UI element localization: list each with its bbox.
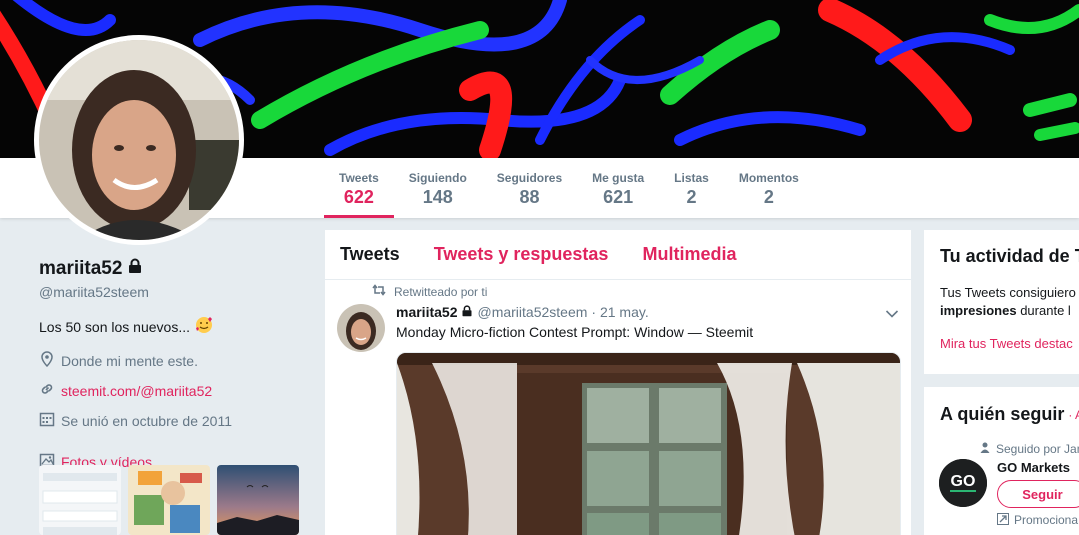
nav-likes-count: 621 <box>603 187 634 207</box>
tab-media[interactable]: Multimedia <box>642 244 736 265</box>
nav-followers-label: Seguidores <box>496 171 563 185</box>
activity-text: Tus Tweets consiguiero impresiones duran… <box>940 284 1079 320</box>
profile-joined-text: Se unió en octubre de 2011 <box>61 412 232 429</box>
lock-icon <box>127 258 143 280</box>
nav-likes[interactable]: Me gusta 621 <box>577 158 659 218</box>
person-icon <box>980 442 990 457</box>
go-markets-avatar[interactable]: GO <box>939 459 987 507</box>
activity-link[interactable]: Mira tus Tweets destac <box>940 336 1073 351</box>
nav-lists-count: 2 <box>686 187 697 207</box>
nav-followers[interactable]: Seguidores 88 <box>482 158 577 218</box>
profile-website-link[interactable]: steemit.com/@mariita52 <box>61 383 212 399</box>
retweet-context-text: Retwitteado por ti <box>394 284 488 299</box>
nav-likes-label: Me gusta <box>592 171 645 185</box>
photo-thumbnail[interactable] <box>217 465 299 535</box>
profile-avatar[interactable] <box>34 35 244 245</box>
nav-lists-label: Listas <box>674 171 709 185</box>
nav-tweets[interactable]: Tweets 622 <box>324 158 394 218</box>
profile-joined: Se unió en octubre de 2011 <box>39 411 309 430</box>
profile-website: steemit.com/@mariita52 <box>39 381 309 400</box>
photo-thumbnails <box>39 465 299 535</box>
location-pin-icon <box>39 351 55 370</box>
tab-tweets[interactable]: Tweets <box>340 244 400 265</box>
tweet-author-name[interactable]: mariita52 <box>396 304 457 320</box>
suggested-account-name[interactable]: GO Markets <box>997 460 1070 475</box>
retweet-context: Retwitteado por ti <box>372 284 487 299</box>
activity-text-bold: impresiones <box>940 303 1017 318</box>
promoted-text: Promociona <box>1014 513 1079 527</box>
who-to-follow-card: A quién seguir · A Seguido por Jan GO GO… <box>923 386 1079 535</box>
profile-handle[interactable]: @mariita52steem <box>39 284 309 300</box>
nav-tweets-count: 622 <box>343 187 374 207</box>
who-to-follow-header: A quién seguir · A <box>940 404 1079 425</box>
who-to-follow-title: A quién seguir <box>940 404 1065 424</box>
nav-lists[interactable]: Listas 2 <box>659 158 724 218</box>
who-to-follow-refresh-link[interactable]: · A <box>1068 408 1079 422</box>
profile-name-row: mariita52 <box>39 258 309 280</box>
nav-following-count: 148 <box>422 187 453 207</box>
activity-link-row: Mira tus Tweets destac <box>940 336 1079 351</box>
photo-thumbnail[interactable] <box>39 465 121 535</box>
tweet-author-handle[interactable]: @mariita52steem <box>477 304 587 320</box>
calendar-icon <box>39 411 55 430</box>
link-icon <box>39 381 55 400</box>
tweet-header: mariita52 @mariita52steem · 21 may. <box>396 304 649 320</box>
tweet-media-image[interactable] <box>396 352 901 535</box>
nav-following-label: Siguiendo <box>408 171 467 185</box>
nav-followers-count: 88 <box>519 187 540 207</box>
smiling-face-with-hearts-icon <box>195 316 213 337</box>
nav-moments[interactable]: Momentos 2 <box>724 158 814 218</box>
timeline: Tweets Tweets y respuestas Multimedia Re… <box>324 229 912 535</box>
tweet-text: Monday Micro-fiction Contest Prompt: Win… <box>396 324 754 340</box>
tweet-avatar[interactable] <box>337 304 385 352</box>
lock-icon <box>461 304 473 320</box>
follow-button[interactable]: Seguir <box>997 480 1079 508</box>
photo-thumbnail[interactable] <box>128 465 210 535</box>
nav-moments-count: 2 <box>763 187 774 207</box>
profile-bio-text: Los 50 son los nuevos... <box>39 318 190 335</box>
profile-nav: Tweets 622 Siguiendo 148 Seguidores 88 M… <box>324 158 814 218</box>
followed-by-context: Seguido por Jan <box>980 442 1079 457</box>
activity-card: Tu actividad de T Tus Tweets consiguiero… <box>923 229 1079 375</box>
profile-bio: Los 50 son los nuevos... <box>39 316 309 337</box>
profile-sidebar: mariita52 @mariita52steem Los 50 son los… <box>39 258 309 535</box>
tweet-date[interactable]: · 21 may. <box>591 304 648 320</box>
promoted-icon <box>997 513 1009 528</box>
activity-text-line2: durante l <box>1016 303 1071 318</box>
nav-moments-label: Momentos <box>738 171 799 185</box>
chevron-down-icon[interactable] <box>885 306 899 324</box>
profile-location: Donde mi mente este. <box>39 351 309 370</box>
profile-name[interactable]: mariita52 <box>39 258 122 280</box>
retweet-icon <box>372 284 386 299</box>
timeline-tabs: Tweets Tweets y respuestas Multimedia <box>325 230 911 280</box>
activity-text-line1: Tus Tweets consiguiero <box>940 285 1076 300</box>
activity-title: Tu actividad de T <box>940 246 1079 266</box>
promoted-label: Promociona <box>997 513 1078 528</box>
nav-following[interactable]: Siguiendo 148 <box>394 158 482 218</box>
go-markets-logo-text: GO <box>951 473 976 490</box>
nav-tweets-label: Tweets <box>339 171 379 185</box>
followed-by-text: Seguido por Jan <box>996 442 1079 456</box>
tab-tweets-replies[interactable]: Tweets y respuestas <box>434 244 609 265</box>
profile-location-text: Donde mi mente este. <box>61 352 198 369</box>
